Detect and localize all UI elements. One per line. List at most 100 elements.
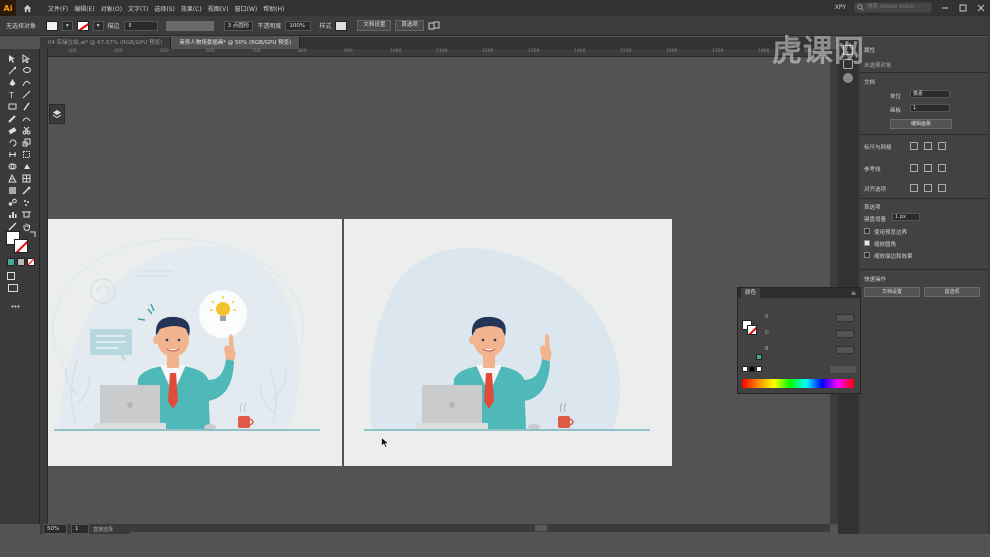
eraser-icon[interactable] xyxy=(7,125,17,135)
fill-dropdown[interactable]: ▾ xyxy=(62,20,73,31)
direct-selection-tool-icon[interactable] xyxy=(21,53,31,63)
preferences-button[interactable]: 首选项 xyxy=(395,20,424,31)
color-spectrum[interactable] xyxy=(742,379,854,388)
minimize-icon[interactable] xyxy=(940,3,950,13)
green-value-input[interactable] xyxy=(836,330,854,338)
eyedropper-icon[interactable] xyxy=(21,185,31,195)
slice-tool-icon[interactable] xyxy=(7,221,17,231)
panel-menu-icon[interactable]: ≡ xyxy=(851,290,856,297)
artboard-2[interactable] xyxy=(344,219,672,466)
snap-pixel-icon[interactable] xyxy=(938,184,946,192)
screen-mode-icon[interactable] xyxy=(8,283,18,293)
menu-object[interactable]: 对象(O) xyxy=(101,4,122,13)
arrange-icon[interactable] xyxy=(428,21,440,31)
scale-strokes-checkbox[interactable] xyxy=(864,252,870,258)
selection-tool-icon[interactable] xyxy=(7,53,17,63)
none-mode-icon[interactable] xyxy=(26,257,36,267)
scroll-thumb[interactable] xyxy=(535,525,547,531)
canvas[interactable] xyxy=(48,58,830,524)
artboard-navigator[interactable]: 1 xyxy=(71,524,89,534)
menu-type[interactable]: 文字(T) xyxy=(128,4,148,13)
color-panel-tab[interactable]: 颜色 xyxy=(741,288,761,298)
color-panel-icon[interactable] xyxy=(843,73,853,83)
edit-artboards-button[interactable]: 编辑画板 xyxy=(890,119,952,129)
variable-width-field[interactable] xyxy=(165,20,214,31)
menu-window[interactable]: 窗口(W) xyxy=(235,4,258,13)
smart-guides-icon[interactable] xyxy=(938,164,946,172)
color-stroke-swatch[interactable] xyxy=(747,325,757,335)
quick-preferences-button[interactable]: 首选项 xyxy=(924,287,980,297)
lasso-icon[interactable] xyxy=(21,65,31,75)
draw-mode-icon[interactable] xyxy=(6,271,16,281)
symbol-sprayer-icon[interactable] xyxy=(21,197,31,207)
menu-view[interactable]: 视图(V) xyxy=(208,4,229,13)
style-swatch[interactable] xyxy=(335,20,348,31)
workspace-switcher[interactable]: XPY xyxy=(835,4,846,11)
mesh-tool-icon[interactable] xyxy=(21,173,31,183)
home-icon[interactable] xyxy=(20,1,34,15)
document-setup-button[interactable]: 文档设置 xyxy=(357,20,392,31)
magic-wand-icon[interactable] xyxy=(7,65,17,75)
tab-document-1[interactable]: 04 实操立绘.ai* @ 67.67% (RGB/GPU 预览) xyxy=(40,37,172,49)
zoom-dropdown[interactable]: 50% xyxy=(43,524,67,534)
blue-value-input[interactable] xyxy=(836,346,854,354)
tab-document-2[interactable]: 商务人物场景插画* @ 50% (RGB/GPU 预览) xyxy=(171,37,301,49)
swap-fill-stroke-icon[interactable] xyxy=(28,229,38,239)
rotate-tool-icon[interactable] xyxy=(7,137,17,147)
live-paint-icon[interactable] xyxy=(21,161,31,171)
line-tool-icon[interactable] xyxy=(21,89,31,99)
close-icon[interactable] xyxy=(976,3,986,13)
red-value-input[interactable] xyxy=(836,314,854,322)
width-tool-icon[interactable] xyxy=(7,149,17,159)
snap-point-icon[interactable] xyxy=(910,184,918,192)
menu-effect[interactable]: 效果(C) xyxy=(181,4,202,13)
fill-swatch[interactable] xyxy=(46,20,59,31)
perspective-grid-icon[interactable] xyxy=(7,173,17,183)
stroke-dropdown[interactable]: ▾ xyxy=(92,20,104,31)
opacity-input[interactable]: 100% xyxy=(285,20,312,31)
artboard-1[interactable] xyxy=(48,219,342,466)
artboard-dropdown[interactable]: 1 xyxy=(910,104,950,112)
free-transform-icon[interactable] xyxy=(21,149,31,159)
white-swatch[interactable] xyxy=(756,366,762,372)
color-mode-icon[interactable] xyxy=(6,257,16,267)
none-swatch[interactable] xyxy=(742,366,748,372)
pixel-grid-icon[interactable] xyxy=(938,142,946,150)
scissors-icon[interactable] xyxy=(21,125,31,135)
keyboard-increment-input[interactable]: 1 px xyxy=(892,213,920,221)
shape-builder-icon[interactable] xyxy=(7,161,17,171)
hex-value-input[interactable] xyxy=(830,366,856,373)
snap-grid-icon[interactable] xyxy=(924,184,932,192)
properties-tab[interactable]: 属性 xyxy=(864,46,875,54)
preview-bounds-checkbox[interactable] xyxy=(864,228,870,234)
curvature-tool-icon[interactable] xyxy=(21,77,31,87)
web-safe-swatch[interactable] xyxy=(756,354,762,360)
pen-tool-icon[interactable] xyxy=(7,77,17,87)
black-swatch[interactable] xyxy=(749,366,755,372)
stroke-swatch[interactable] xyxy=(76,20,89,31)
scale-corners-checkbox[interactable] xyxy=(864,240,870,246)
rectangle-tool-icon[interactable] xyxy=(7,101,17,111)
maximize-icon[interactable] xyxy=(958,3,968,13)
quick-document-setup-button[interactable]: 文档设置 xyxy=(864,287,920,297)
menu-select[interactable]: 选择(S) xyxy=(154,4,175,13)
stroke-color-swatch[interactable] xyxy=(14,239,28,253)
brush-dropdown[interactable]: 3 点圆形 xyxy=(223,20,254,31)
ruler-icon[interactable] xyxy=(910,142,918,150)
layers-panel-icon[interactable] xyxy=(49,104,65,124)
more-tools-icon[interactable] xyxy=(10,301,20,311)
show-guides-icon[interactable] xyxy=(910,164,918,172)
type-tool-icon[interactable]: T xyxy=(7,89,17,99)
paintbrush-icon[interactable] xyxy=(21,101,31,111)
menu-file[interactable]: 文件(F) xyxy=(48,4,68,13)
stroke-weight-input[interactable]: ⇕ xyxy=(123,20,158,31)
menu-help[interactable]: 帮助(H) xyxy=(263,4,284,13)
graph-tool-icon[interactable] xyxy=(7,209,17,219)
pencil-icon[interactable] xyxy=(7,113,17,123)
grid-icon[interactable] xyxy=(924,142,932,150)
shaper-tool-icon[interactable] xyxy=(21,113,31,123)
gradient-mode-icon[interactable] xyxy=(16,257,26,267)
blend-tool-icon[interactable] xyxy=(7,197,17,207)
units-dropdown[interactable]: 像素 xyxy=(910,90,950,98)
lock-guides-icon[interactable] xyxy=(924,164,932,172)
